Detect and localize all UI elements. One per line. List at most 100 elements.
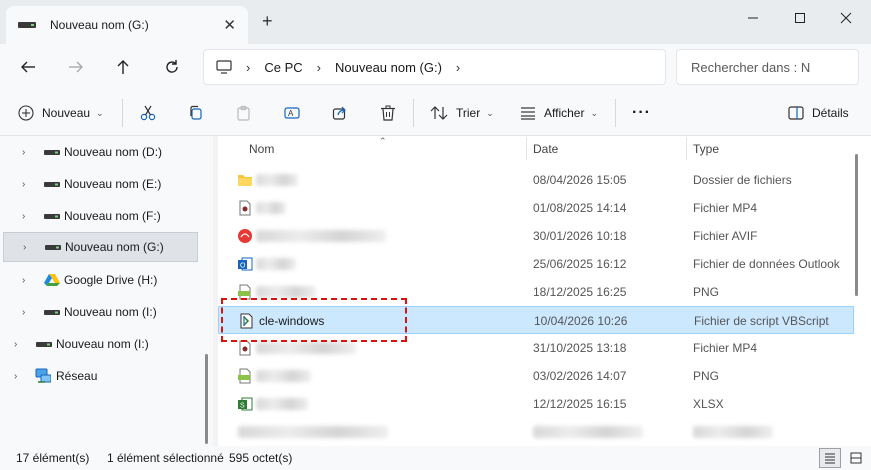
- file-date: 18/12/2025 16:25: [533, 285, 627, 299]
- file-date: 12/12/2025 16:15: [533, 397, 627, 411]
- view-button[interactable]: Afficher ⌄: [520, 90, 598, 136]
- back-button[interactable]: [14, 54, 42, 80]
- cut-button[interactable]: [140, 90, 156, 136]
- title-bar: Nouveau nom (G:) ✕ +: [0, 0, 871, 44]
- navigation-scrollbar[interactable]: [205, 354, 208, 444]
- blurred-file-name: [256, 174, 298, 186]
- blurred-file-name: [256, 258, 296, 270]
- chevron-right-icon[interactable]: ›: [22, 211, 25, 222]
- sort-button-label: Trier: [456, 106, 481, 120]
- tiles-view-icon: [850, 452, 862, 464]
- column-header-type[interactable]: Type: [693, 136, 719, 162]
- sidebar-item-drive-i-root[interactable]: › Nouveau nom (I:): [0, 329, 198, 359]
- table-row[interactable]: 03/02/2026 14:07 PNG: [218, 362, 854, 390]
- blurred-file-date: [533, 426, 643, 438]
- tab-title: Nouveau nom (G:): [50, 18, 149, 32]
- chevron-right-icon[interactable]: ›: [14, 371, 17, 382]
- chevron-right-icon[interactable]: ›: [22, 179, 25, 190]
- blurred-file-name: [256, 286, 316, 298]
- chevron-down-icon: ⌄: [96, 107, 104, 118]
- maximize-button[interactable]: [777, 8, 823, 28]
- drive-icon: [36, 338, 52, 350]
- table-row[interactable]: O 25/06/2025 16:12 Fichier de données Ou…: [218, 250, 854, 278]
- sidebar-item-network[interactable]: › Réseau: [0, 361, 198, 391]
- details-view-icon: [825, 453, 835, 464]
- trash-icon: [380, 105, 396, 121]
- sort-icon: [430, 105, 448, 121]
- blurred-file-name: [238, 426, 388, 438]
- forward-button[interactable]: [62, 54, 90, 80]
- paste-button[interactable]: [236, 90, 252, 136]
- column-divider[interactable]: [526, 138, 527, 160]
- tab-current[interactable]: Nouveau nom (G:) ✕: [6, 6, 248, 44]
- details-button[interactable]: Détails: [788, 90, 849, 136]
- new-tab-button[interactable]: +: [262, 12, 273, 30]
- table-row[interactable]: 01/08/2025 14:14 Fichier MP4: [218, 194, 854, 222]
- chevron-down-icon: ⌄: [486, 107, 494, 118]
- file-date: 31/10/2025 13:18: [533, 341, 627, 355]
- copy-icon: [188, 105, 204, 121]
- sidebar-item-drive-i[interactable]: › Nouveau nom (I:): [0, 297, 198, 327]
- new-button[interactable]: Nouveau ⌄: [18, 90, 104, 136]
- details-view-button[interactable]: [819, 448, 841, 468]
- file-list: ⌃ Nom Date Type 08/04/2026 15:05 Dossier…: [218, 136, 871, 446]
- address-bar[interactable]: › Ce PC › Nouveau nom (G:) ›: [203, 49, 666, 85]
- column-divider[interactable]: [686, 138, 687, 160]
- sidebar-item-label: Nouveau nom (I:): [64, 305, 157, 319]
- file-list-scrollbar[interactable]: [855, 154, 858, 296]
- chevron-right-icon[interactable]: ›: [456, 60, 460, 75]
- plus-circle-icon: [18, 105, 34, 121]
- sidebar-item-drive-d[interactable]: › Nouveau nom (D:): [0, 137, 198, 167]
- sidebar-item-drive-f[interactable]: › Nouveau nom (F:): [0, 201, 198, 231]
- blurred-file-name: [256, 202, 286, 214]
- chevron-right-icon[interactable]: ›: [23, 242, 26, 253]
- share-button[interactable]: [332, 90, 348, 136]
- sidebar-item-drive-g[interactable]: › Nouveau nom (G:): [3, 232, 198, 262]
- item-count: 17 élément(s): [16, 451, 90, 465]
- svg-text:O: O: [240, 263, 246, 270]
- copy-button[interactable]: [188, 90, 204, 136]
- table-row[interactable]: 08/04/2026 15:05 Dossier de fichiers: [218, 166, 854, 194]
- table-row[interactable]: S 12/12/2025 16:15 XLSX: [218, 390, 854, 418]
- chevron-right-icon[interactable]: ›: [22, 307, 25, 318]
- status-bar: 17 élément(s) 1 élément sélectionné 595 …: [0, 446, 871, 470]
- sort-button[interactable]: Trier ⌄: [430, 90, 494, 136]
- chevron-right-icon[interactable]: ›: [22, 147, 25, 158]
- delete-button[interactable]: [380, 90, 396, 136]
- svg-text:A: A: [288, 109, 294, 118]
- toolbar-divider: [413, 99, 414, 127]
- view-button-label: Afficher: [544, 106, 585, 120]
- file-type: PNG: [693, 285, 720, 299]
- file-type: PNG: [693, 369, 720, 383]
- sort-ascending-icon: ⌃: [379, 136, 387, 146]
- column-header-name[interactable]: Nom: [249, 136, 274, 162]
- refresh-button[interactable]: [158, 54, 186, 80]
- close-window-button[interactable]: [823, 8, 869, 28]
- navigation-bar: › Ce PC › Nouveau nom (G:) › Rechercher …: [0, 44, 871, 90]
- more-options-button[interactable]: ···: [632, 90, 651, 136]
- sidebar-item-google-drive[interactable]: › Google Drive (H:): [0, 265, 198, 295]
- minimize-button[interactable]: [730, 8, 776, 28]
- table-row[interactable]: 30/01/2026 10:18 Fichier AVIF: [218, 222, 854, 250]
- toolbar-divider: [615, 99, 616, 127]
- blurred-file-name: [256, 398, 308, 410]
- sidebar-item-label: Nouveau nom (E:): [64, 177, 162, 191]
- rename-button[interactable]: A: [284, 90, 300, 136]
- breadcrumb-ce-pc[interactable]: Ce PC: [264, 60, 302, 75]
- chevron-right-icon[interactable]: ›: [22, 275, 25, 286]
- chevron-right-icon[interactable]: ›: [14, 339, 17, 350]
- sidebar-item-drive-e[interactable]: › Nouveau nom (E:): [0, 169, 198, 199]
- sidebar-item-label: Réseau: [56, 369, 98, 383]
- table-row[interactable]: [218, 418, 854, 438]
- tab-close-icon[interactable]: ✕: [223, 16, 236, 34]
- chevron-right-icon: ›: [316, 59, 321, 75]
- search-input[interactable]: Rechercher dans : N: [676, 49, 859, 85]
- breadcrumb-drive-g[interactable]: Nouveau nom (G:): [335, 60, 442, 75]
- file-date: 01/08/2025 14:14: [533, 201, 627, 215]
- up-button[interactable]: [109, 54, 137, 80]
- tiles-view-button[interactable]: [845, 448, 867, 468]
- column-header-date[interactable]: Date: [533, 136, 558, 162]
- drive-icon: [44, 146, 60, 158]
- list-view-icon: [520, 106, 536, 120]
- file-type: Fichier AVIF: [693, 229, 758, 243]
